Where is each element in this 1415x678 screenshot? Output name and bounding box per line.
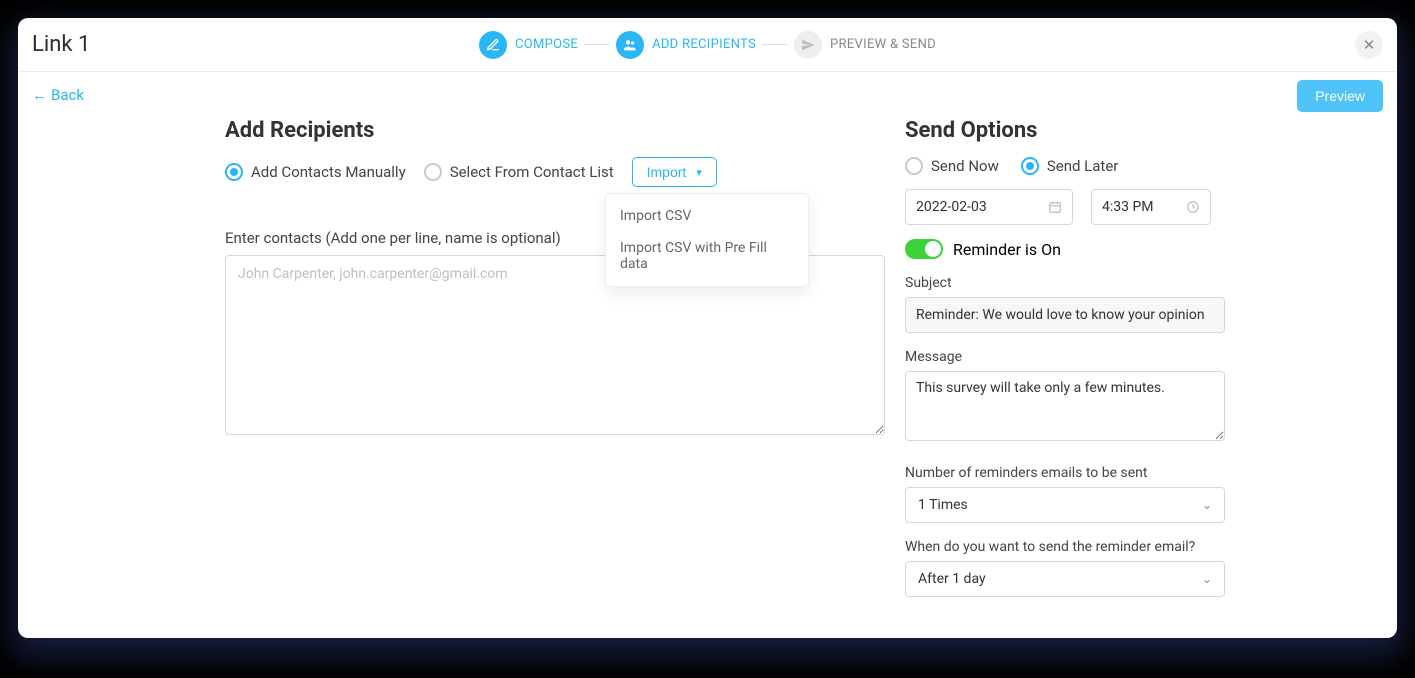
- num-reminders-label: Number of reminders emails to be sent: [905, 465, 1225, 481]
- step-add-recipients[interactable]: ADD RECIPIENTS: [616, 31, 756, 59]
- radio-dot-icon: [905, 157, 923, 175]
- preview-button[interactable]: Preview: [1297, 80, 1383, 112]
- send-options-title: Send Options: [905, 118, 1225, 143]
- recipient-mode-row: Add Contacts Manually Select From Contac…: [225, 157, 885, 187]
- header-bar: Link 1 COMPOSE ADD RECIPIENTS PREV: [18, 18, 1397, 72]
- radio-send-now[interactable]: Send Now: [905, 157, 999, 175]
- radio-send-later[interactable]: Send Later: [1021, 157, 1119, 175]
- back-link[interactable]: ← Back: [32, 86, 84, 104]
- step-label: COMPOSE: [515, 37, 578, 52]
- chevron-down-icon: ⌄: [1202, 572, 1212, 586]
- stepper: COMPOSE ADD RECIPIENTS PREVIEW & SEND: [479, 31, 936, 59]
- message-textarea[interactable]: [905, 371, 1225, 441]
- radio-label: Select From Contact List: [450, 163, 614, 181]
- radio-dot-icon: [1021, 157, 1039, 175]
- import-csv-item[interactable]: Import CSV: [606, 200, 808, 232]
- clock-icon: [1186, 200, 1200, 214]
- time-input[interactable]: 4:33 PM: [1091, 189, 1211, 225]
- when-reminder-select[interactable]: After 1 day ⌄: [905, 561, 1225, 597]
- radio-dot-icon: [424, 163, 442, 181]
- import-dropdown-button[interactable]: Import ▾: [632, 157, 717, 187]
- message-label: Message: [905, 349, 1225, 365]
- radio-label: Send Later: [1047, 157, 1119, 175]
- step-compose[interactable]: COMPOSE: [479, 31, 578, 59]
- import-dropdown-menu: Import CSV Import CSV with Pre Fill data: [605, 193, 809, 287]
- step-preview-send[interactable]: PREVIEW & SEND: [794, 31, 936, 59]
- num-reminders-select[interactable]: 1 Times ⌄: [905, 487, 1225, 523]
- chevron-down-icon: ▾: [696, 166, 702, 179]
- reminder-toggle-label: Reminder is On: [953, 240, 1061, 259]
- radio-label: Add Contacts Manually: [251, 163, 406, 181]
- pencil-icon: [479, 31, 507, 59]
- radio-label: Send Now: [931, 157, 999, 175]
- send-icon: [794, 31, 822, 59]
- send-options-section: Send Options Send Now Send Later 2022-02…: [905, 118, 1225, 597]
- step-separator: [584, 44, 610, 45]
- subheader-bar: ← Back Preview: [18, 72, 1397, 118]
- step-separator: [762, 44, 788, 45]
- content-area: Add Recipients Add Contacts Manually Sel…: [18, 118, 1397, 638]
- add-recipients-title: Add Recipients: [225, 118, 885, 143]
- subject-label: Subject: [905, 275, 1225, 291]
- radio-add-manually[interactable]: Add Contacts Manually: [225, 163, 406, 181]
- subject-input[interactable]: [905, 297, 1225, 333]
- chevron-down-icon: ⌄: [1202, 498, 1212, 512]
- page-title: Link 1: [32, 32, 90, 57]
- num-reminders-value: 1 Times: [918, 497, 968, 513]
- close-button[interactable]: ✕: [1355, 31, 1383, 59]
- when-reminder-value: After 1 day: [918, 571, 986, 587]
- back-label: Back: [51, 86, 84, 104]
- app-panel: Link 1 COMPOSE ADD RECIPIENTS PREV: [18, 18, 1397, 638]
- reminder-toggle-row: Reminder is On: [905, 239, 1225, 259]
- schedule-row: 2022-02-03 4:33 PM: [905, 189, 1225, 225]
- when-reminder-label: When do you want to send the reminder em…: [905, 539, 1225, 555]
- add-recipients-section: Add Recipients Add Contacts Manually Sel…: [225, 118, 885, 597]
- date-value: 2022-02-03: [916, 199, 987, 215]
- send-timing-row: Send Now Send Later: [905, 157, 1225, 175]
- date-input[interactable]: 2022-02-03: [905, 189, 1073, 225]
- users-icon: [616, 31, 644, 59]
- close-icon: ✕: [1363, 36, 1376, 54]
- radio-select-from-list[interactable]: Select From Contact List: [424, 163, 614, 181]
- step-label: ADD RECIPIENTS: [652, 37, 756, 52]
- step-label: PREVIEW & SEND: [830, 37, 936, 52]
- calendar-icon: [1048, 200, 1062, 214]
- import-label: Import: [647, 164, 687, 180]
- reminder-toggle[interactable]: [905, 239, 943, 259]
- import-csv-prefill-item[interactable]: Import CSV with Pre Fill data: [606, 232, 808, 280]
- radio-dot-icon: [225, 163, 243, 181]
- arrow-left-icon: ←: [32, 86, 47, 104]
- time-value: 4:33 PM: [1102, 199, 1154, 215]
